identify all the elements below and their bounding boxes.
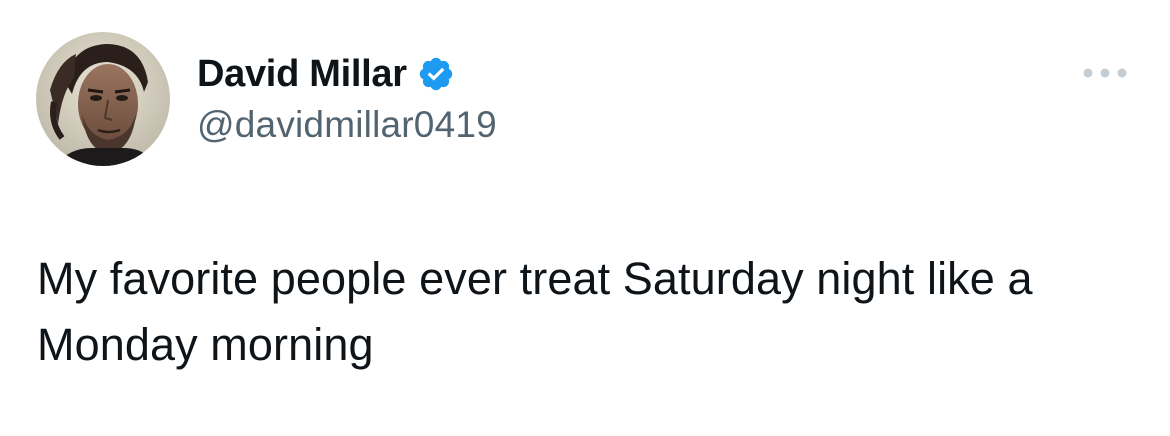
tweet-card: David Millar @davidmillar0419 My favorit… (0, 0, 1170, 436)
verified-badge-icon (417, 55, 455, 93)
more-options-button[interactable] (1080, 58, 1130, 88)
avatar[interactable] (36, 32, 170, 166)
display-name[interactable]: David Millar (197, 53, 407, 96)
tweet-text: My favorite people ever treat Saturday n… (37, 253, 1033, 370)
name-row: David Millar (197, 50, 455, 98)
user-handle[interactable]: @davidmillar0419 (197, 104, 497, 146)
avatar-photo (36, 32, 170, 166)
more-options-icon (1083, 68, 1127, 78)
